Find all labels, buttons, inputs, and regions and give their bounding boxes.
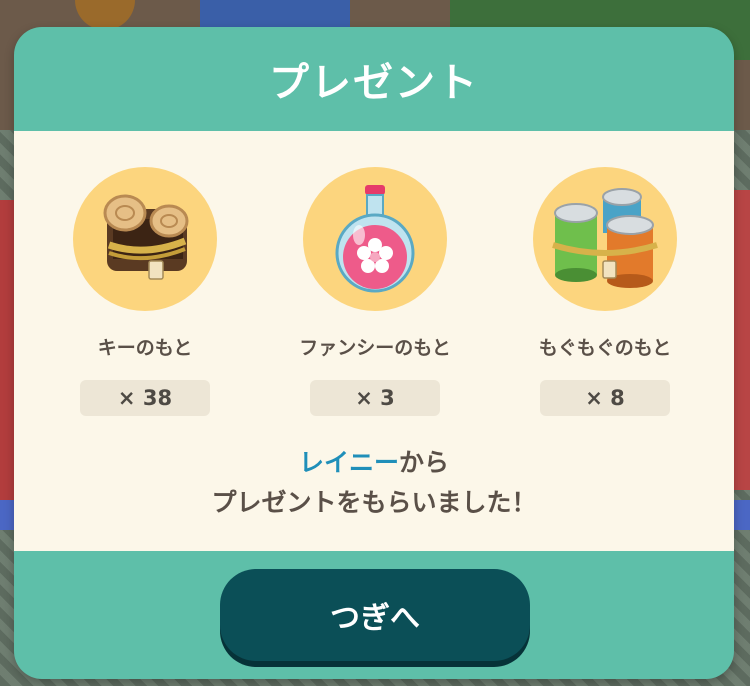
reward-item-count: × 38 (80, 380, 210, 416)
dialog-header: プレゼント (14, 27, 734, 131)
message-line-1: レイニーから (14, 443, 734, 483)
message-from-suffix: から (399, 448, 450, 477)
reward-item-wood: キーのもと × 38 (50, 167, 240, 416)
reward-icon-circle (533, 167, 677, 311)
present-message: レイニーから プレゼントをもらいました！ (14, 443, 734, 523)
reward-item-name: ファンシーのもと (299, 337, 451, 359)
next-button[interactable]: つぎへ (220, 569, 530, 661)
sender-name: レイニー (298, 448, 399, 477)
wood-logs-icon (103, 194, 189, 280)
reward-item-count: × 3 (310, 380, 440, 416)
reward-icon-circle (303, 167, 447, 311)
dialog-footer: つぎへ (14, 551, 734, 679)
reward-item-food: もぐもぐのもと × 8 (510, 167, 700, 416)
dialog-title: プレゼント (269, 60, 479, 106)
reward-item-name: もぐもぐのもと (538, 337, 672, 359)
reward-item-fancy: ファンシーのもと × 3 (280, 167, 470, 416)
present-dialog: プレゼント キーのもと × 38 ファンシーのもと × 3 もぐもぐのもと × … (14, 27, 734, 679)
reward-icon-circle (73, 167, 217, 311)
pink-potion-icon (335, 185, 415, 293)
dialog-content: キーのもと × 38 ファンシーのもと × 3 もぐもぐのもと × 8 レイニー… (14, 131, 734, 551)
reward-item-name: キーのもと (97, 337, 193, 359)
reward-item-count: × 8 (540, 380, 670, 416)
message-line-2: プレゼントをもらいました！ (211, 488, 537, 517)
canned-food-icon (552, 188, 658, 288)
